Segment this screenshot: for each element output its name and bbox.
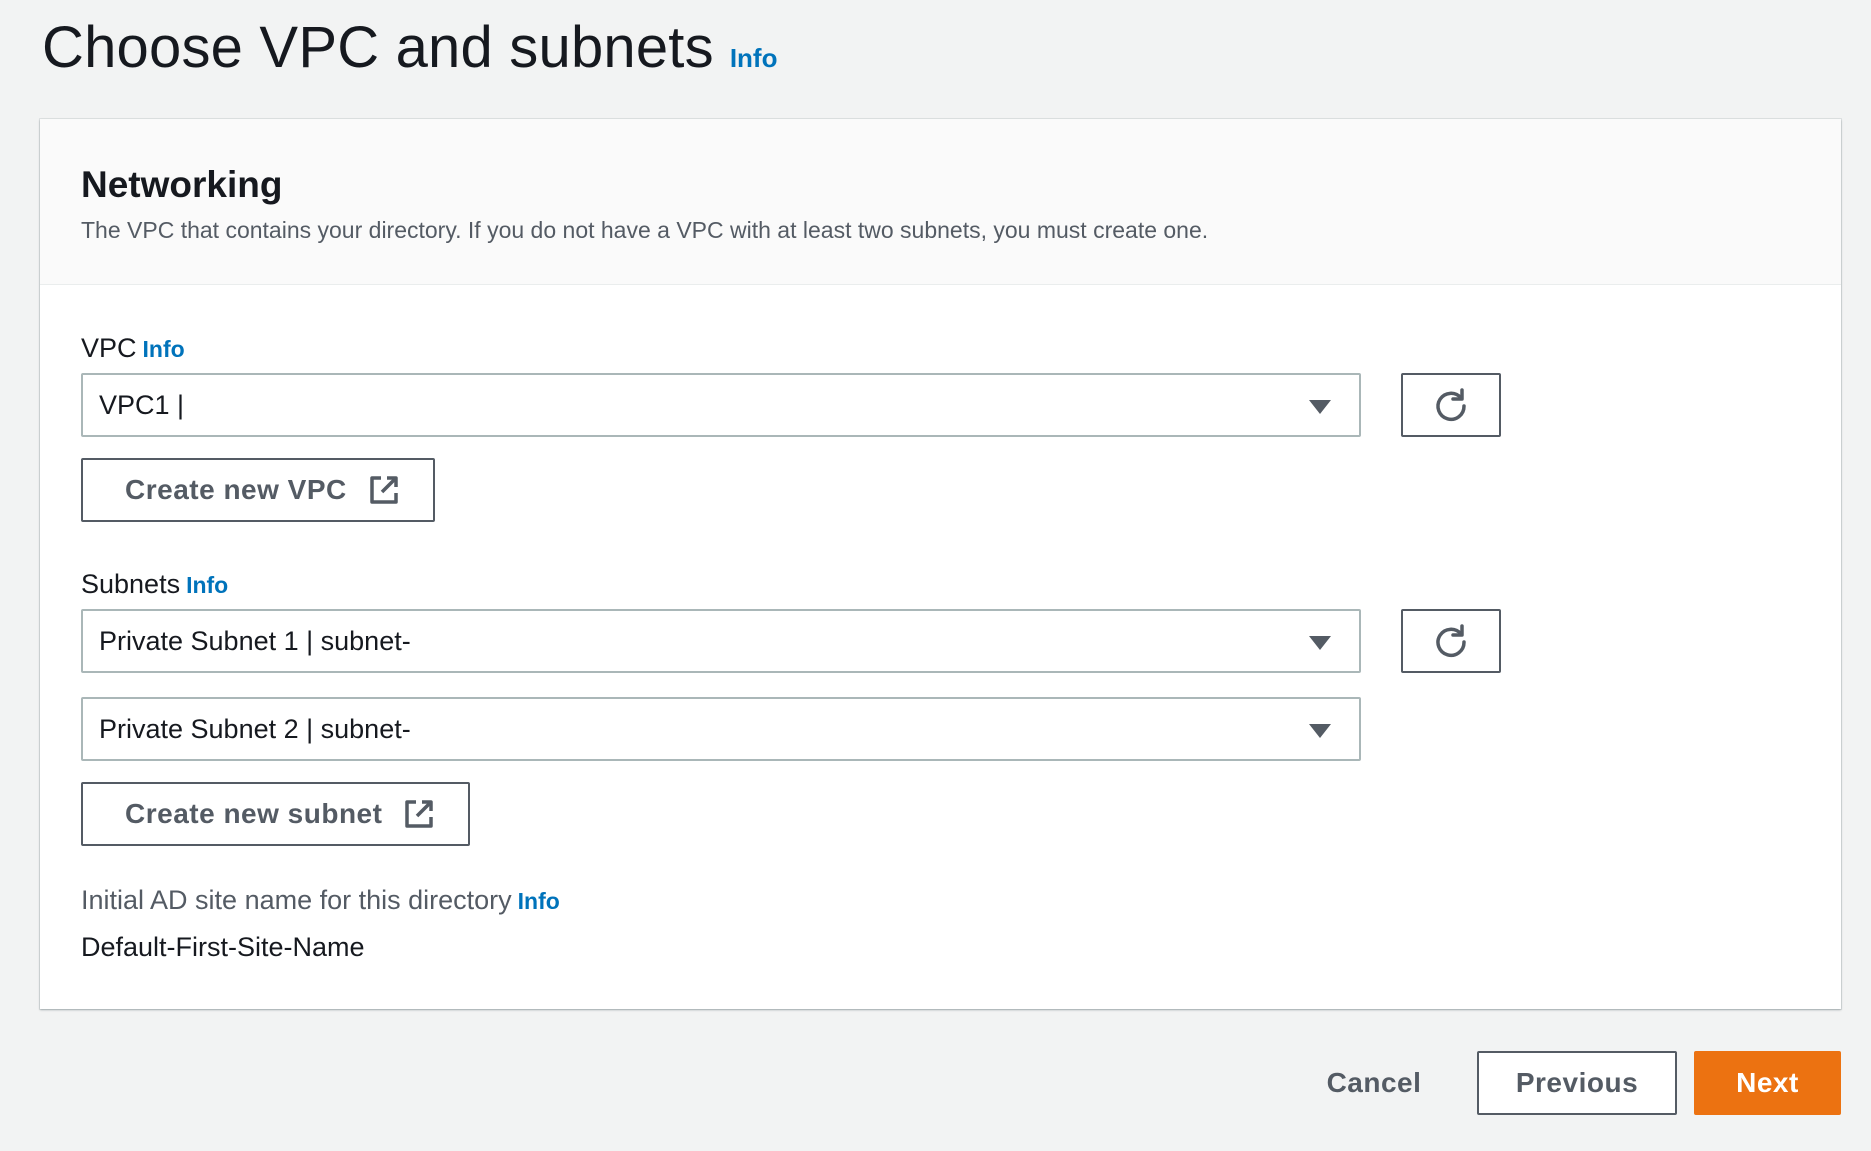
subnet-2-select-value: Private Subnet 2 | subnet- xyxy=(99,714,411,744)
caret-down-icon xyxy=(1309,636,1331,650)
networking-panel-header: Networking The VPC that contains your di… xyxy=(40,119,1841,285)
create-new-vpc-label: Create new VPC xyxy=(125,474,347,505)
create-new-vpc-button[interactable]: Create new VPC xyxy=(81,458,435,522)
external-link-icon xyxy=(369,475,399,505)
subnets-label: Subnets xyxy=(81,569,181,599)
vpc-info-link[interactable]: Info xyxy=(143,336,185,362)
vpc-select-value: VPC1 | xyxy=(99,390,185,420)
ad-site-label-row: Initial AD site name for this directory I… xyxy=(81,882,560,919)
cancel-button[interactable]: Cancel xyxy=(1312,1051,1436,1115)
subnets-label-row: Subnets Info xyxy=(81,566,228,603)
subnet-1-select-value: Private Subnet 1 | subnet- xyxy=(99,626,411,656)
previous-button[interactable]: Previous xyxy=(1477,1051,1677,1115)
ad-site-value: Default-First-Site-Name xyxy=(81,932,365,962)
refresh-icon xyxy=(1433,623,1469,659)
create-new-subnet-button[interactable]: Create new subnet xyxy=(81,782,471,846)
subnet-2-select[interactable]: Private Subnet 2 | subnet- xyxy=(81,697,1361,761)
next-button[interactable]: Next xyxy=(1694,1051,1841,1115)
page-header: Choose VPC and subnets Info xyxy=(42,8,777,88)
caret-down-icon xyxy=(1309,400,1331,414)
ad-site-info-link[interactable]: Info xyxy=(518,888,560,914)
page-info-link[interactable]: Info xyxy=(730,43,778,74)
subnet-1-select[interactable]: Private Subnet 1 | subnet- xyxy=(81,609,1361,673)
refresh-icon xyxy=(1433,387,1469,423)
page-title: Choose VPC and subnets xyxy=(42,15,714,80)
caret-down-icon xyxy=(1309,724,1331,738)
subnets-info-link[interactable]: Info xyxy=(186,572,228,598)
networking-description: The VPC that contains your directory. If… xyxy=(81,217,1209,243)
subnets-refresh-button[interactable] xyxy=(1401,609,1501,673)
create-new-subnet-label: Create new subnet xyxy=(125,798,383,829)
external-link-icon xyxy=(404,799,434,829)
networking-panel: Networking The VPC that contains your di… xyxy=(40,119,1841,1009)
networking-title: Networking xyxy=(81,164,283,205)
vpc-refresh-button[interactable] xyxy=(1401,373,1501,437)
ad-site-label: Initial AD site name for this directory xyxy=(81,885,512,915)
vpc-select[interactable]: VPC1 | xyxy=(81,373,1361,437)
vpc-label: VPC xyxy=(81,333,137,363)
vpc-label-row: VPC Info xyxy=(81,330,185,367)
